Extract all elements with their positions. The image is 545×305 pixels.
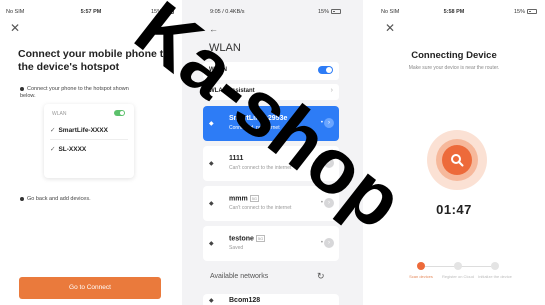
network-name-text: testone [229, 235, 254, 243]
hotspot-instructions-screen: No SIM 5:57 PM 15% ✕ Connect your mobile… [0, 0, 182, 305]
network-name: SmartLife-XXXX [58, 127, 108, 134]
chevron-right-icon[interactable]: › [324, 238, 334, 248]
connecting-device-screen: No SIM 5:58 PM 15% ✕ Connecting Device M… [363, 0, 545, 305]
battery-percent: 15% [317, 9, 329, 15]
close-icon[interactable]: ✕ [385, 22, 395, 34]
wlan-settings-screen: 9:05 / 0.4KB/s 15% ← WLAN WLAN WLAN assi… [182, 0, 363, 305]
instruction-step-1: Connect your phone to the hotspot shown … [20, 86, 130, 100]
network-status: Can't connect to the internet [229, 205, 292, 211]
step-dot [417, 262, 425, 270]
network-status: Connected, no internet [229, 125, 280, 131]
divider [50, 139, 128, 140]
more-icon[interactable]: • [321, 200, 323, 206]
network-row-mmm[interactable]: ◆ mmm 5G Can't connect to the internet • … [203, 186, 339, 221]
bullet-icon [20, 196, 24, 201]
status-left: 9:05 / 0.4KB/s [210, 9, 245, 15]
network-name: 1111 [229, 155, 244, 162]
page-title: Connect your mobile phone to the device'… [18, 48, 170, 73]
wifi-icon: ◆ [209, 241, 214, 247]
wlan-label: WLAN [209, 67, 227, 73]
wifi-card-header: WLAN [52, 111, 67, 117]
more-icon[interactable]: • [321, 120, 323, 126]
wifi-icon: ◆ [209, 121, 214, 127]
chevron-right-icon[interactable]: › [324, 158, 334, 168]
step-label: Register on Cloud [441, 274, 475, 279]
progress-steps: Scan devices Register on Cloud Initializ… [403, 262, 513, 292]
band-badge: 5G [249, 195, 260, 202]
page-subtitle: Make sure your device is near the router… [408, 65, 500, 71]
chevron-right-icon: › [330, 87, 333, 94]
battery-percent: 15% [150, 9, 162, 15]
bullet-icon [20, 86, 24, 91]
network-name-text: mmm [229, 195, 248, 203]
available-networks-label: Available networks [210, 273, 269, 280]
chevron-right-icon[interactable]: › [324, 118, 334, 128]
check-icon: ✓ [50, 127, 56, 134]
instruction-step-1-text: Connect your phone to the hotspot shown … [20, 86, 129, 99]
battery-status: 15% [318, 9, 341, 15]
wlan-assistant-label: WLAN assistant [209, 88, 255, 94]
wifi-icon: ◆ [209, 201, 214, 207]
battery-status: 15% [514, 9, 537, 15]
wifi-example-card: WLAN ✓ SmartLife-XXXX ✓ SL-XXXX [44, 104, 134, 178]
network-name: Bcom128 [229, 297, 261, 304]
band-badge: 5G [255, 235, 266, 242]
status-bar: No SIM 5:57 PM 15% [0, 9, 182, 19]
battery-icon [331, 9, 341, 15]
page-title: Connecting Device [411, 50, 497, 61]
check-icon: ✓ [50, 146, 56, 153]
step-scan-devices: Scan devices [403, 262, 439, 279]
countdown-timer: 01:47 [436, 202, 472, 217]
page-title: WLAN [209, 42, 241, 54]
wifi-network-item: ✓ SL-XXXX [50, 145, 86, 153]
instruction-step-2-text: Go back and add devices. [27, 196, 91, 202]
battery-icon [164, 9, 174, 15]
battery-icon [527, 9, 537, 15]
step-label: Scan devices [409, 274, 433, 279]
go-to-connect-button[interactable]: Go to Connect [19, 277, 161, 299]
network-name: mmm 5G [229, 195, 260, 203]
status-bar: 9:05 / 0.4KB/s 15% [182, 9, 363, 19]
wlan-assistant-row[interactable]: WLAN assistant › [203, 84, 339, 100]
step-dot [454, 262, 462, 270]
wlan-toggle[interactable] [318, 66, 333, 74]
battery-status: 15% [151, 9, 174, 15]
status-bar: No SIM 5:58 PM 15% [363, 9, 545, 19]
wifi-icon: ◆ [209, 298, 214, 304]
more-icon[interactable]: • [321, 240, 323, 246]
wifi-network-item: ✓ SmartLife-XXXX [50, 126, 108, 134]
network-status: Can't connect to the internet [229, 165, 292, 171]
network-row-smartlife[interactable]: ◆ SmartLife-b2953e Connected, no interne… [203, 106, 339, 141]
refresh-icon[interactable]: ↻ [317, 271, 325, 282]
wifi-toggle-icon [114, 110, 125, 116]
network-name: SL-XXXX [58, 146, 87, 153]
more-icon[interactable]: • [321, 160, 323, 166]
network-row-1111[interactable]: ◆ 1111 Can't connect to the internet • › [203, 146, 339, 181]
searching-radar [427, 130, 487, 190]
wlan-toggle-row[interactable]: WLAN [203, 62, 339, 80]
step-register-cloud: Register on Cloud [440, 262, 476, 279]
instruction-step-2: Go back and add devices. [20, 196, 130, 203]
step-dot [491, 262, 499, 270]
step-initialize-device: Initialize the device [477, 262, 513, 279]
network-row-bcom128[interactable]: ◆ Bcom128 [203, 294, 339, 305]
back-arrow-icon[interactable]: ← [209, 24, 218, 34]
network-name: testone 5G [229, 235, 266, 243]
step-label: Initialize the device [478, 274, 512, 279]
network-status: Saved [229, 245, 244, 251]
wifi-icon: ◆ [209, 161, 214, 167]
battery-percent: 15% [513, 9, 525, 15]
chevron-right-icon[interactable]: › [324, 198, 334, 208]
network-name: SmartLife-b2953e [229, 115, 288, 122]
close-icon[interactable]: ✕ [10, 22, 20, 34]
network-row-testone[interactable]: ◆ testone 5G Saved • › [203, 226, 339, 261]
search-icon [442, 145, 472, 175]
